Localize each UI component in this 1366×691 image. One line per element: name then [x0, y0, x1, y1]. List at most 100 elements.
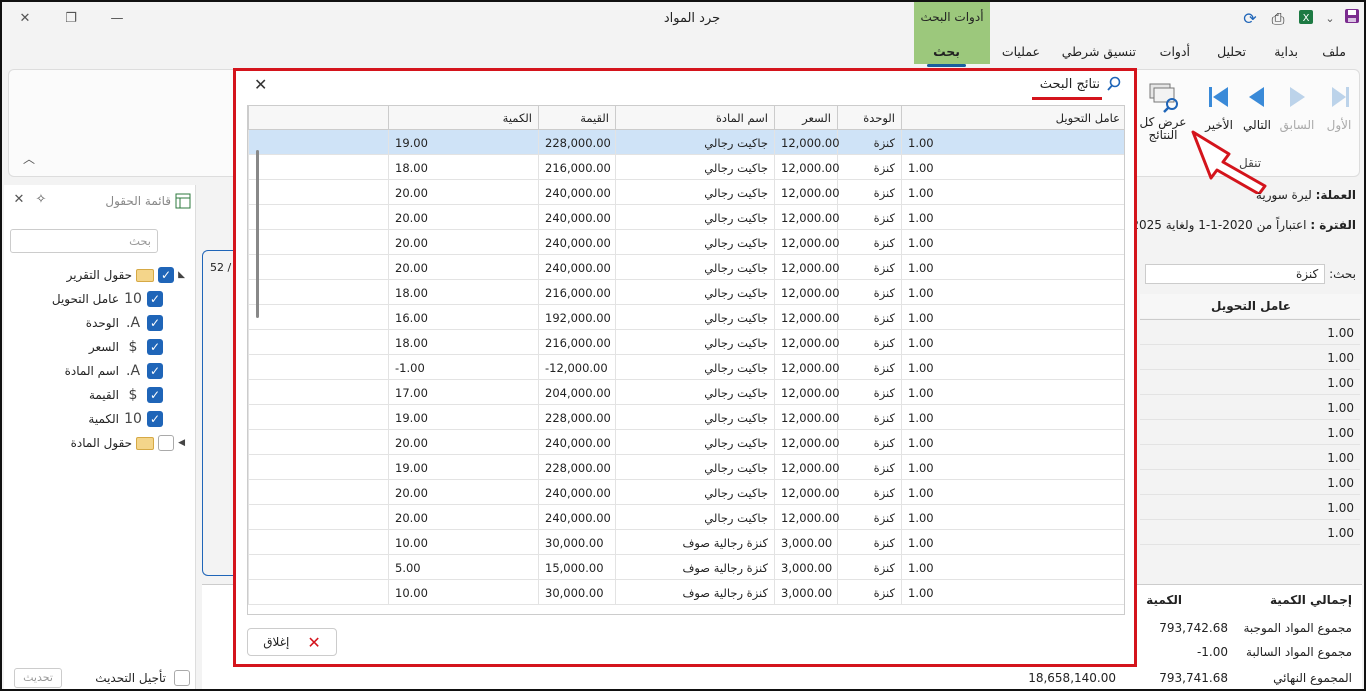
save-icon[interactable]	[1340, 8, 1364, 30]
tree-item-label: الكمية	[88, 412, 119, 426]
cell-empty	[248, 555, 388, 580]
tab-tools[interactable]: أدوات	[1160, 44, 1190, 59]
checkbox[interactable]: ✓	[147, 291, 163, 307]
cell-conversion: 1.00	[901, 405, 1124, 430]
print-icon[interactable]: ⎙	[1266, 8, 1290, 30]
field-search-input[interactable]: بحث	[10, 229, 158, 253]
table-row[interactable]: 1.00 كنزة 12,000.00 جاكيت رجالي 228,000.00 19…	[248, 455, 1124, 480]
search-icon	[1107, 76, 1121, 91]
cell-value: 240,000.00	[538, 480, 615, 505]
tab-conditional-format[interactable]: تنسيق شرطي	[1062, 44, 1136, 59]
cell-value: 30,000.00	[538, 580, 615, 605]
dialog-close-icon[interactable]: ✕	[254, 75, 267, 94]
close-window-icon[interactable]: ✕	[12, 8, 38, 30]
tree-item-unit[interactable]: ✓ A. الوحدة	[86, 313, 163, 333]
column-header-quantity[interactable]: الكمية	[388, 106, 538, 130]
tree-item-value[interactable]: ✓ $ القيمة	[89, 385, 163, 405]
cell-item-name: جاكيت رجالي	[615, 155, 774, 180]
cell-empty	[248, 180, 388, 205]
cell-item-name: جاكيت رجالي	[615, 230, 774, 255]
column-header-value[interactable]: القيمة	[538, 106, 615, 130]
table-row[interactable]: 1.00 كنزة 12,000.00 جاكيت رجالي 216,000.00 18…	[248, 155, 1124, 180]
column-header-conversion[interactable]: عامل التحويل	[901, 106, 1124, 130]
excel-export-icon[interactable]: X	[1294, 8, 1318, 30]
table-row[interactable]: 1.00 كنزة 12,000.00 جاكيت رجالي 192,000.00 16…	[248, 305, 1124, 330]
table-row[interactable]: 1.00 كنزة 12,000.00 جاكيت رجالي 240,000.00 20…	[248, 505, 1124, 530]
close-panel-icon[interactable]: ✕	[10, 189, 28, 211]
defer-update-toggle[interactable]: تأجيل التحديث	[95, 670, 190, 686]
table-row[interactable]: 1.00 كنزة 12,000.00 جاكيت رجالي 240,000.00 20…	[248, 430, 1124, 455]
cell-empty	[248, 380, 388, 405]
cell-value: 228,000.00	[538, 405, 615, 430]
field-list-icon	[175, 193, 191, 209]
expand-tree-icon[interactable]: ◀	[178, 438, 185, 448]
cell-empty	[248, 130, 388, 155]
cell-item-name: جاكيت رجالي	[615, 255, 774, 280]
update-button[interactable]: تحديث	[14, 668, 62, 688]
checkbox[interactable]: ✓	[147, 387, 163, 403]
table-row[interactable]: 1.00 كنزة 12,000.00 جاكيت رجالي 240,000.00 20…	[248, 180, 1124, 205]
tree-item-price[interactable]: ✓ $ السعر	[89, 337, 163, 357]
report-search-input[interactable]: كنزة	[1145, 264, 1326, 284]
table-row[interactable]: 1.00 كنزة 3,000.00 كنزة رجالية صوف 15,000.00…	[248, 555, 1124, 580]
cell-unit: كنزة	[837, 230, 901, 255]
tree-item-item-fields[interactable]: ◀ حقول المادة	[71, 433, 185, 453]
table-row[interactable]: 1.00 كنزة 12,000.00 جاكيت رجالي 240,000.00 20…	[248, 255, 1124, 280]
tree-item-quantity[interactable]: ✓ 10 الكمية	[88, 409, 163, 429]
table-row[interactable]: 1.00 كنزة 12,000.00 جاكيت رجالي 216,000.00 18…	[248, 330, 1124, 355]
cell-conversion: 1.00	[901, 380, 1124, 405]
tab-analysis[interactable]: تحليل	[1217, 44, 1246, 59]
tree-item-conversion-factor[interactable]: ✓ 10 عامل التحويل	[52, 289, 163, 309]
checkbox[interactable]: ✓	[147, 339, 163, 355]
cell-price: 12,000.00	[774, 380, 840, 405]
pin-panel-icon[interactable]: ✧	[32, 189, 50, 211]
cell-quantity: 17.00	[388, 380, 538, 405]
table-row[interactable]: 1.00 كنزة 12,000.00 جاكيت رجالي 228,000.00 19…	[248, 405, 1124, 430]
tab-file[interactable]: ملف	[1322, 44, 1346, 59]
tab-operations[interactable]: عمليات	[1002, 44, 1040, 59]
cell-price: 12,000.00	[774, 155, 840, 180]
cell-value: 228,000.00	[538, 455, 615, 480]
table-row[interactable]: 1.00 كنزة 3,000.00 كنزة رجالية صوف 30,000.00…	[248, 580, 1124, 605]
column-header-price[interactable]: السعر	[774, 106, 837, 130]
checkbox[interactable]	[158, 435, 175, 451]
tab-home[interactable]: بداية	[1274, 44, 1298, 59]
period-label: الفترة :	[1310, 218, 1356, 232]
restore-window-icon[interactable]: ❐	[58, 8, 84, 30]
window-title: جرد المواد	[663, 11, 721, 26]
table-row[interactable]: 1.00 كنزة 12,000.00 جاكيت رجالي 240,000.00 20…	[248, 230, 1124, 255]
column-header-unit[interactable]: الوحدة	[837, 106, 901, 130]
results-grid: عامل التحويل الوحدة السعر اسم المادة الق…	[247, 105, 1125, 615]
table-row[interactable]: 1.00 كنزة 3,000.00 كنزة رجالية صوف 30,000.00…	[248, 530, 1124, 555]
dialog-title-text: نتائج البحث	[1031, 76, 1103, 100]
checkbox[interactable]: ✓	[147, 411, 163, 427]
checkbox[interactable]: ✓	[147, 315, 163, 331]
cell-item-name: جاكيت رجالي	[615, 280, 774, 305]
collapse-ribbon-icon[interactable]: ︿	[23, 150, 35, 167]
table-row[interactable]: 1.00 كنزة 12,000.00 جاكيت رجالي 240,000.00 20…	[248, 205, 1124, 230]
column-header-item-name[interactable]: اسم المادة	[615, 106, 774, 130]
table-row[interactable]: 1.00 كنزة 12,000.00 جاكيت رجالي 228,000.00 19…	[248, 130, 1124, 155]
nav-first-button[interactable]: الأول	[1319, 84, 1359, 132]
cell-unit: كنزة	[837, 355, 901, 380]
cell-quantity: -1.00	[388, 355, 538, 380]
tree-item-item-name[interactable]: ✓ A. اسم المادة	[65, 361, 163, 381]
minimize-window-icon[interactable]: —	[104, 8, 130, 30]
table-row[interactable]: 1.00 كنزة 12,000.00 جاكيت رجالي 216,000.00 18…	[248, 280, 1124, 305]
tree-item-report-fields[interactable]: ◣ ✓ حقول التقرير	[67, 265, 185, 285]
table-row[interactable]: 1.00 كنزة 12,000.00 جاكيت رجالي 240,000.00 20…	[248, 480, 1124, 505]
table-row[interactable]: 1.00 كنزة 12,000.00 جاكيت رجالي 204,000.00 17…	[248, 380, 1124, 405]
cell-price: 12,000.00	[774, 405, 840, 430]
close-dialog-button[interactable]: ✕ إغلاق	[247, 628, 337, 656]
vertical-scrollbar[interactable]	[256, 150, 259, 318]
tab-search[interactable]: بحث	[927, 44, 966, 67]
checkbox[interactable]: ✓	[147, 363, 163, 379]
refresh-icon[interactable]: ⟳	[1238, 8, 1262, 30]
collapse-tree-icon[interactable]: ◣	[178, 270, 185, 280]
checkbox[interactable]: ✓	[158, 267, 175, 283]
table-row[interactable]: 1.00 كنزة 12,000.00 جاكيت رجالي -12,000.00 -1…	[248, 355, 1124, 380]
checkbox[interactable]	[174, 670, 190, 686]
cell-quantity: 20.00	[388, 255, 538, 280]
summary-header-label: إجمالي الكمية	[1270, 593, 1352, 607]
qat-dropdown-icon[interactable]: ⌄	[1318, 8, 1342, 30]
